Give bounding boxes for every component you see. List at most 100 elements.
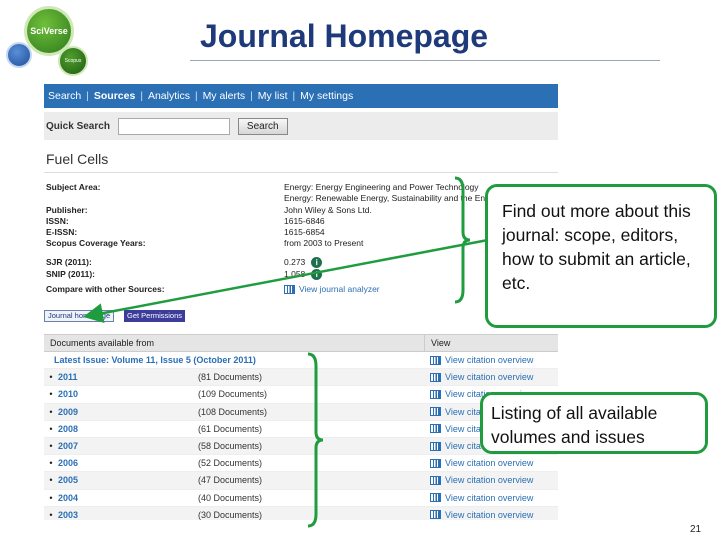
- bullet: •: [49, 441, 53, 452]
- document-count: (58 Documents): [198, 441, 263, 452]
- year-link[interactable]: 2011: [58, 372, 198, 382]
- year-link[interactable]: 2004: [58, 493, 198, 503]
- journal-homepage-button[interactable]: Journal homepage: [44, 310, 115, 322]
- table-row: • 2006 (52 Documents) View citation overvie…: [44, 455, 558, 473]
- top-navigation: Search | Sources | Analytics | My alerts…: [44, 84, 558, 108]
- snip-value: 1.058: [284, 269, 306, 279]
- bar-chart-icon: [430, 372, 441, 382]
- citation-overview-link[interactable]: View citation overview: [445, 355, 533, 365]
- nav-item-my-list[interactable]: My list: [256, 90, 290, 102]
- sjr-label: SJR (2011):: [46, 257, 92, 267]
- document-count: (61 Documents): [198, 423, 263, 434]
- bar-chart-icon: [430, 475, 441, 485]
- quick-search-input[interactable]: [117, 117, 230, 135]
- quick-search-label: Quick Search: [46, 120, 110, 132]
- sciverse-logo-text: SciVerse: [30, 26, 68, 36]
- subject-area-label: Subject Area:: [46, 182, 101, 192]
- callout-journal-info: Find out more about this journal: scope,…: [485, 184, 717, 328]
- nav-item-sources[interactable]: Sources: [92, 90, 137, 102]
- callout-volume-listing: Listing of all available volumes and iss…: [480, 392, 708, 454]
- get-permissions-button[interactable]: Get Permissions: [124, 310, 186, 322]
- year-link[interactable]: 2010: [58, 389, 198, 399]
- documents-column-header: Documents available from: [50, 338, 155, 348]
- info-icon[interactable]: i: [311, 257, 323, 269]
- view-cell: View citation overview: [424, 510, 533, 520]
- citation-overview-link[interactable]: View citation overview: [445, 372, 533, 382]
- view-cell: View citation overview: [424, 493, 533, 503]
- year-link[interactable]: 2003: [58, 510, 198, 520]
- issn-label: ISSN:: [46, 216, 69, 226]
- bar-chart-icon: [430, 407, 441, 417]
- documents-cell: • 2007 (58 Documents): [44, 441, 424, 451]
- view-cell: View citation overview: [424, 475, 533, 485]
- bar-chart-icon: [430, 441, 441, 451]
- view-cell: View citation overview: [424, 372, 533, 382]
- year-link[interactable]: 2008: [58, 424, 198, 434]
- documents-cell: • 2009 (108 Documents): [44, 407, 424, 417]
- citation-overview-link[interactable]: View citation overview: [445, 510, 533, 520]
- globe-logo: [6, 42, 32, 68]
- sjr-value: 0.273: [284, 257, 306, 267]
- view-cell: View citation overview: [424, 458, 533, 468]
- documents-table-header: Documents available from View: [44, 334, 558, 352]
- table-row: • 2004 (40 Documents) View citation overvie…: [44, 490, 558, 507]
- nav-separator: |: [140, 90, 143, 102]
- bullet: •: [49, 492, 53, 503]
- latest-issue-row: Latest Issue: Volume 11, Issue 5 (Octobe…: [44, 352, 558, 370]
- publisher-label: Publisher:: [46, 205, 88, 215]
- table-row: • 2011 (81 Documents) View citation overvie…: [44, 369, 558, 387]
- info-icon[interactable]: i: [311, 269, 323, 281]
- nav-item-my-settings[interactable]: My settings: [298, 90, 355, 102]
- scopus-logo: Scopus: [58, 46, 88, 76]
- bar-chart-icon: [430, 493, 441, 503]
- nav-item-my-alerts[interactable]: My alerts: [201, 90, 248, 102]
- bullet: •: [49, 509, 53, 520]
- slide-number: 21: [690, 524, 702, 535]
- search-button[interactable]: Search: [237, 117, 288, 135]
- nav-separator: |: [292, 90, 296, 102]
- document-count: (81 Documents): [198, 372, 263, 383]
- nav-item-analytics[interactable]: Analytics: [146, 90, 192, 102]
- document-count: (40 Documents): [198, 492, 263, 503]
- year-link[interactable]: 2006: [58, 458, 198, 468]
- documents-cell: • 2008 (61 Documents): [44, 424, 424, 434]
- compare-label: Compare with other Sources:: [46, 284, 165, 294]
- bullet: •: [49, 423, 53, 434]
- year-link[interactable]: 2007: [58, 441, 198, 451]
- journal-analyzer-link[interactable]: View journal analyzer: [299, 284, 380, 294]
- bullet: •: [49, 389, 53, 400]
- source-title: Fuel Cells: [46, 151, 109, 167]
- bar-chart-icon: [430, 389, 441, 399]
- citation-overview-link[interactable]: View citation overview: [445, 493, 533, 503]
- document-count: (47 Documents): [198, 475, 263, 486]
- year-link[interactable]: 2009: [58, 407, 198, 417]
- bar-chart-icon: [430, 510, 441, 520]
- view-column-header: View: [424, 334, 450, 352]
- nav-separator: |: [194, 90, 198, 102]
- nav-separator: |: [250, 90, 253, 102]
- documents-cell: • 2005 (47 Documents): [44, 475, 424, 485]
- scopus-screenshot: Search | Sources | Analytics | My alerts…: [44, 84, 558, 520]
- bullet: •: [49, 372, 53, 383]
- documents-cell: • 2011 (81 Documents): [44, 372, 424, 382]
- documents-cell: • 2006 (52 Documents): [44, 458, 424, 468]
- view-cell: View citation overview: [424, 355, 533, 365]
- table-row: • 2003 (30 Documents) View citation overvie…: [44, 506, 558, 520]
- bar-chart-icon: [430, 458, 441, 468]
- quick-search-bar: Quick Search Search: [44, 112, 558, 140]
- citation-overview-link[interactable]: View citation overview: [445, 475, 533, 485]
- nav-separator: |: [86, 90, 89, 102]
- bar-chart-icon: [430, 424, 441, 434]
- source-divider: [44, 172, 558, 173]
- documents-cell: • 2010 (109 Documents): [44, 389, 424, 399]
- citation-overview-link[interactable]: View citation overview: [445, 458, 533, 468]
- bar-chart-icon: [284, 285, 295, 295]
- document-count: (108 Documents): [198, 406, 268, 417]
- latest-issue-link[interactable]: Latest Issue: Volume 11, Issue 5 (Octobe…: [44, 355, 424, 365]
- coverage-label: Scopus Coverage Years:: [46, 238, 146, 248]
- year-link[interactable]: 2005: [58, 475, 198, 485]
- slide-title: Journal Homepage: [200, 18, 489, 54]
- title-divider: [190, 60, 660, 61]
- nav-item-search[interactable]: Search: [46, 90, 83, 102]
- document-count: (109 Documents): [198, 389, 268, 400]
